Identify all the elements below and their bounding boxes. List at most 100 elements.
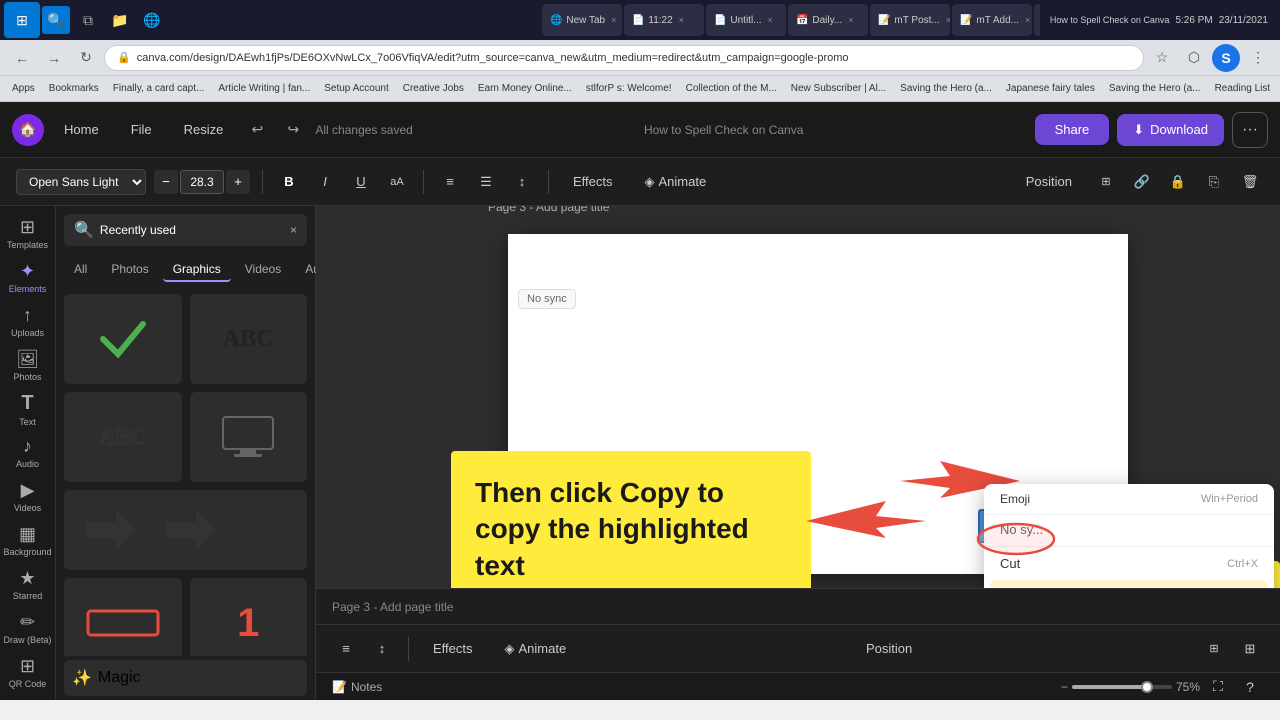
element-abc-outline[interactable]: ABC xyxy=(64,392,182,482)
secondary-list-button[interactable]: ≡ xyxy=(332,635,360,663)
bookmark-3[interactable]: Setup Account xyxy=(320,81,393,96)
tab-faqf1[interactable]: ❓FAQF...× xyxy=(1034,4,1040,36)
lock-button[interactable]: 🔒 xyxy=(1164,168,1192,196)
position-button[interactable]: Position xyxy=(1014,170,1084,193)
resize-nav-button[interactable]: Resize xyxy=(172,116,236,143)
fullscreen-button[interactable]: ⛶ xyxy=(1204,673,1232,701)
tab-mt-post[interactable]: 📝mT Post...× xyxy=(870,4,950,36)
align-button[interactable]: ≡ xyxy=(436,168,464,196)
clear-search-button[interactable]: × xyxy=(290,223,297,237)
extensions-button[interactable]: ⬡ xyxy=(1180,44,1208,72)
font-selector[interactable]: Open Sans Light xyxy=(16,169,146,195)
home-nav-button[interactable]: Home xyxy=(52,116,111,143)
zoom-out-button[interactable]: − xyxy=(1061,680,1068,694)
sidebar-item-text[interactable]: T Text xyxy=(4,389,52,429)
file-manager-icon[interactable]: 📁 xyxy=(106,6,134,34)
delete-button[interactable]: 🗑 xyxy=(1236,168,1264,196)
sidebar-item-draw[interactable]: ✏ Draw (Beta) xyxy=(4,608,52,648)
secondary-align-button[interactable]: ↕ xyxy=(368,635,396,663)
font-size-input[interactable] xyxy=(180,170,224,194)
element-monitor[interactable] xyxy=(190,392,308,482)
secondary-animate-button[interactable]: ◈ Animate xyxy=(493,637,579,661)
sidebar-item-elements[interactable]: ✦ Elements xyxy=(4,258,52,298)
effects-button[interactable]: Effects xyxy=(561,170,625,193)
bookmark-5[interactable]: Earn Money Online... xyxy=(474,81,576,96)
magic-section[interactable]: ✨ Magic xyxy=(64,660,307,696)
animate-button[interactable]: ◈ Animate xyxy=(633,170,719,194)
bookmark-2[interactable]: Article Writing | fan... xyxy=(214,81,314,96)
sidebar-item-qr[interactable]: ⊞ QR Code xyxy=(4,652,52,692)
sidebar-item-uploads[interactable]: ↑ Uploads xyxy=(4,302,52,342)
sidebar-item-background[interactable]: ▦ Background xyxy=(4,521,52,561)
sidebar-item-templates[interactable]: ⊞ Templates xyxy=(4,214,52,254)
secondary-effects-button[interactable]: Effects xyxy=(421,637,485,660)
font-size-increase[interactable]: + xyxy=(226,170,250,194)
canvas-scroll[interactable]: Page 3 - Add page title Infromation magc… xyxy=(316,206,1280,588)
sidebar-item-starred[interactable]: ★ Starred xyxy=(4,565,52,605)
reload-button[interactable]: ↻ xyxy=(72,44,100,72)
secondary-more-button[interactable]: ⊞ xyxy=(1236,635,1264,663)
bookmark-1[interactable]: Finally, a card capt... xyxy=(109,81,209,96)
search-input[interactable] xyxy=(100,223,284,237)
profile-button[interactable]: S xyxy=(1212,44,1240,72)
context-menu-item-copy[interactable]: Copy Ctrl+C xyxy=(990,580,1268,588)
secondary-position-button[interactable]: Position xyxy=(854,637,924,660)
canva-logo[interactable]: 🏠 xyxy=(12,114,44,146)
element-checkmark[interactable] xyxy=(64,294,182,384)
element-abc-text[interactable]: ABC xyxy=(190,294,308,384)
tab-mt-add[interactable]: 📝mT Add...× xyxy=(952,4,1032,36)
element-arrows[interactable] xyxy=(64,490,307,570)
link-button[interactable]: 🔗 xyxy=(1128,168,1156,196)
list-button[interactable]: ☰ xyxy=(472,168,500,196)
bookmark-4[interactable]: Creative Jobs xyxy=(399,81,468,96)
tab-1122[interactable]: 📄11:22× xyxy=(624,4,704,36)
bookmark-apps[interactable]: Apps xyxy=(8,81,39,96)
italic-button[interactable]: I xyxy=(311,168,339,196)
bookmark-button[interactable]: ☆ xyxy=(1148,44,1176,72)
search-icon[interactable]: 🔍 xyxy=(42,6,70,34)
tab-newtab[interactable]: 🌐New Tab× xyxy=(542,4,622,36)
file-nav-button[interactable]: File xyxy=(119,116,164,143)
spacing-button[interactable]: ↕ xyxy=(508,168,536,196)
more-options-button[interactable]: ··· xyxy=(1232,112,1268,148)
url-bar[interactable]: 🔒 canva.com/design/DAEwh1fjPs/DE6OXvNwLC… xyxy=(104,45,1144,71)
bookmark-7[interactable]: Collection of the M... xyxy=(682,81,781,96)
tab-untitled[interactable]: 📄Untitl...× xyxy=(706,4,786,36)
underline-button[interactable]: U xyxy=(347,168,375,196)
undo-button[interactable]: ↩ xyxy=(243,116,271,144)
notes-button[interactable]: 📝 Notes xyxy=(332,680,382,694)
element-number-red[interactable]: 1 xyxy=(190,578,308,656)
tab-photos[interactable]: Photos xyxy=(101,258,158,282)
secondary-grid-button[interactable]: ⊞ xyxy=(1200,635,1228,663)
reading-list[interactable]: Reading List xyxy=(1211,81,1275,96)
search-box[interactable]: 🔍 × xyxy=(64,214,307,246)
tab-daily[interactable]: 📅Daily...× xyxy=(788,4,868,36)
edge-icon[interactable]: 🌐 xyxy=(138,6,166,34)
back-button[interactable]: ← xyxy=(8,44,36,72)
case-button[interactable]: aA xyxy=(383,168,411,196)
element-rect-red[interactable] xyxy=(64,578,182,656)
download-button[interactable]: ⬇ Download xyxy=(1117,114,1224,146)
bold-button[interactable]: B xyxy=(275,168,303,196)
share-button[interactable]: Share xyxy=(1035,114,1110,145)
bookmark-10[interactable]: Japanese fairy tales xyxy=(1002,81,1099,96)
sidebar-item-videos[interactable]: ▶ Videos xyxy=(4,477,52,517)
taskview-icon[interactable]: ⧉ xyxy=(74,6,102,34)
redo-button[interactable]: ↪ xyxy=(279,116,307,144)
copy-button[interactable]: ⎘ xyxy=(1200,168,1228,196)
font-size-decrease[interactable]: − xyxy=(154,170,178,194)
tab-videos[interactable]: Videos xyxy=(235,258,291,282)
help-button[interactable]: ? xyxy=(1236,673,1264,701)
tab-graphics[interactable]: Graphics xyxy=(163,258,231,282)
bookmark-6[interactable]: stlforP s: Welcome! xyxy=(582,81,676,96)
bookmark-9[interactable]: Saving the Hero (a... xyxy=(896,81,996,96)
sidebar-item-audio[interactable]: ♪ Audio xyxy=(4,433,52,473)
grid-button[interactable]: ⊞ xyxy=(1092,168,1120,196)
sidebar-item-photos[interactable]: 🖼 Photos xyxy=(4,345,52,385)
forward-button[interactable]: → xyxy=(40,44,68,72)
bookmark-bookmarks[interactable]: Bookmarks xyxy=(45,81,103,96)
browser-menu-button[interactable]: ⋮ xyxy=(1244,44,1272,72)
start-button[interactable]: ⊞ xyxy=(4,2,40,38)
tab-all[interactable]: All xyxy=(64,258,97,282)
bookmark-8[interactable]: New Subscriber | Al... xyxy=(787,81,890,96)
